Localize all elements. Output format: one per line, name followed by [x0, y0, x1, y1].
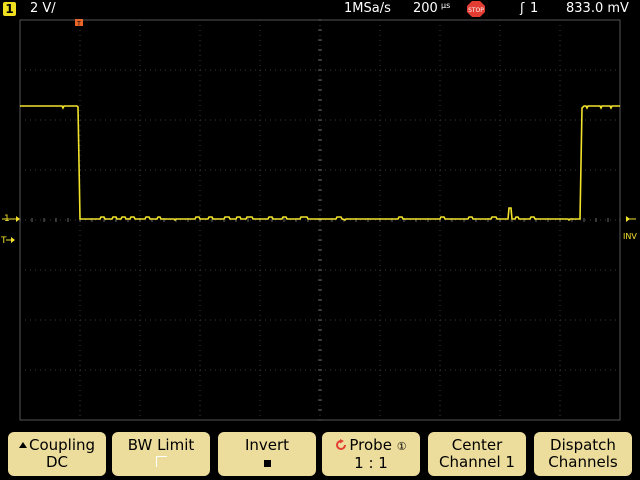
- waveform-grid: T 1 T INV: [0, 19, 637, 421]
- menu-up-icon: [18, 442, 27, 448]
- coupling-value: DC: [45, 453, 69, 471]
- trigger-level-marker: T: [0, 236, 15, 246]
- probe-info-icon: ①: [396, 440, 407, 453]
- invert-softkey[interactable]: Invert: [218, 432, 316, 476]
- right-channel-marker: INV: [623, 216, 637, 241]
- svg-text:T: T: [76, 21, 81, 28]
- center-softkey[interactable]: Center Channel 1: [428, 432, 526, 476]
- svg-text:T: T: [0, 236, 7, 246]
- coupling-softkey[interactable]: Coupling DC: [8, 432, 106, 476]
- bw-limit-indicator-icon: [155, 456, 167, 467]
- softkey-bar: Coupling DC BW Limit Invert Probe ① 1 : …: [0, 430, 640, 480]
- invert-indicator: INV: [623, 232, 637, 241]
- rotate-knob-icon: [336, 439, 347, 450]
- probe-softkey[interactable]: Probe ① 1 : 1: [322, 432, 420, 476]
- invert-checkbox-icon: [263, 460, 271, 467]
- channel-marker: 1: [2, 214, 20, 224]
- probe-ratio: 1 : 1: [354, 454, 388, 472]
- dispatch-softkey[interactable]: Dispatch Channels: [534, 432, 632, 476]
- bw-limit-softkey[interactable]: BW Limit: [112, 432, 210, 476]
